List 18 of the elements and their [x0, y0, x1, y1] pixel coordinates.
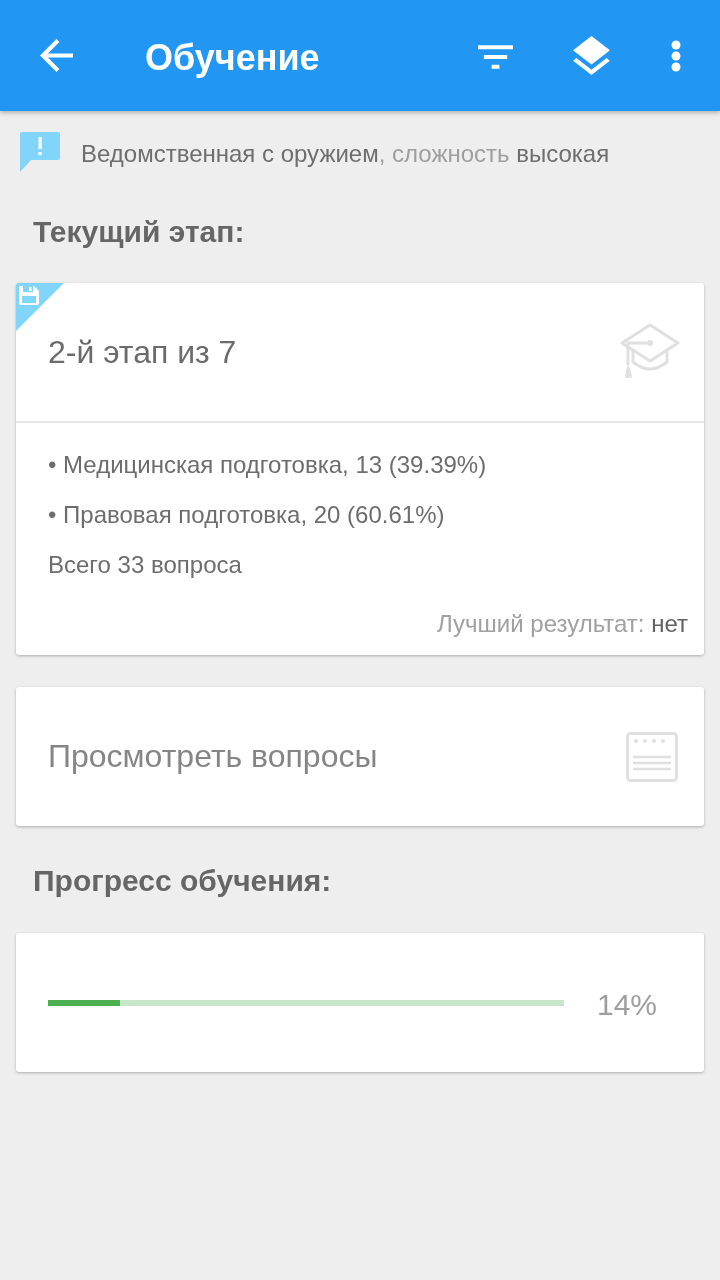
back-arrow-icon[interactable] — [40, 39, 73, 72]
progress-percentage: 14% — [597, 987, 658, 1022]
more-menu-icon[interactable] — [671, 39, 681, 72]
alert-bubble-icon — [20, 132, 60, 172]
section-heading: Текущий этап: — [33, 215, 245, 249]
graduation-cap-icon — [620, 323, 680, 379]
app-title: Обучение — [145, 36, 320, 79]
topic-item: • Правовая подготовка, 20 (60.61%) — [48, 501, 445, 528]
filter-icon[interactable] — [478, 44, 513, 69]
best-result: Лучший результат: нет — [437, 609, 688, 639]
notepad-icon — [626, 731, 678, 782]
topic-item: • Медицинская подготовка, 13 (39.39%) — [48, 451, 487, 478]
total-questions: Всего 33 вопроса — [48, 551, 242, 578]
layers-icon[interactable] — [573, 36, 610, 75]
section-heading: Прогресс обучения: — [33, 864, 332, 898]
info-text: Ведомственная с оружием, сложность высокая — [81, 139, 610, 168]
view-questions-button[interactable]: Просмотреть вопросы — [16, 687, 704, 826]
stage-title: 2-й этап из 7 — [48, 333, 237, 371]
